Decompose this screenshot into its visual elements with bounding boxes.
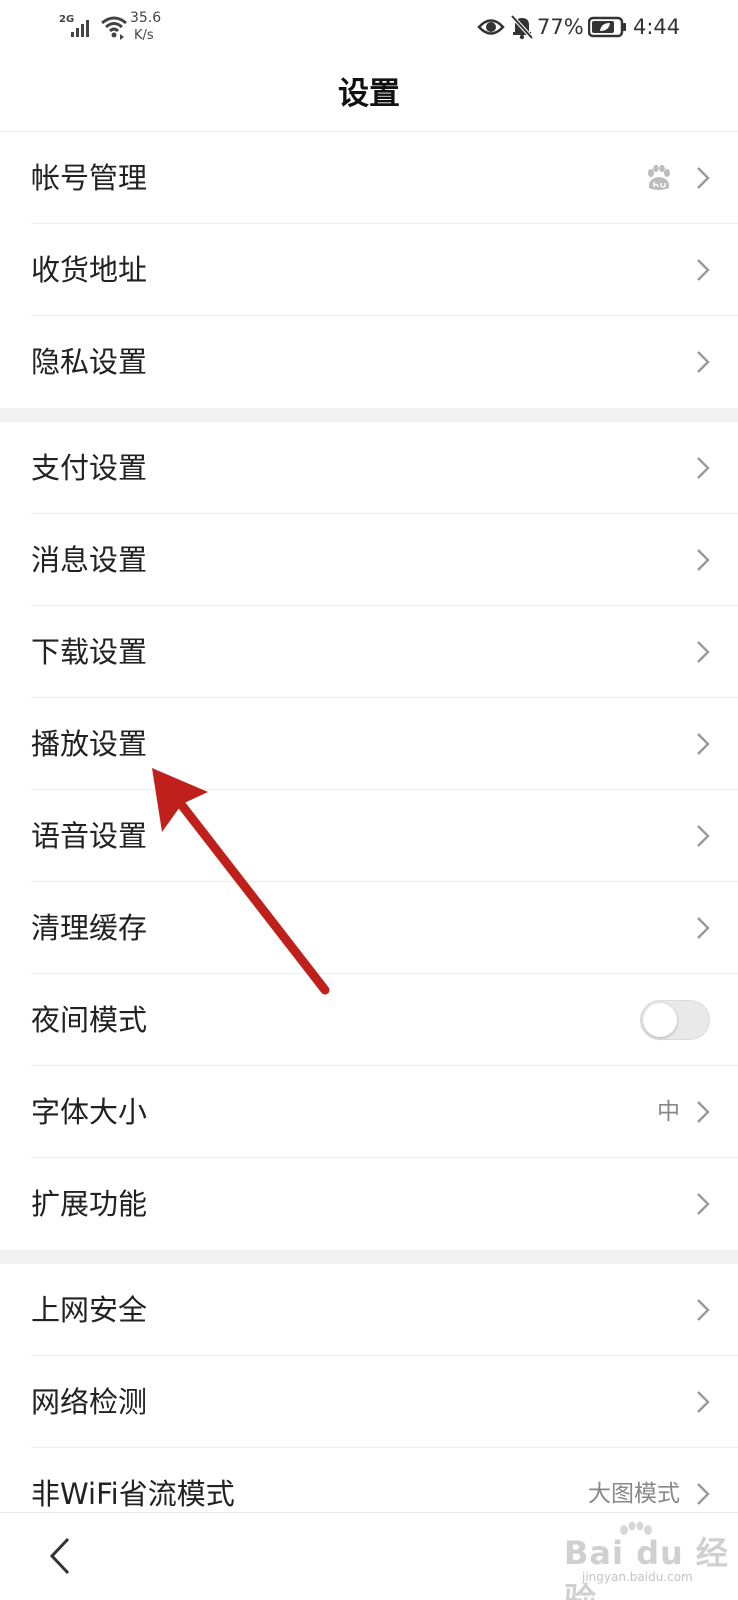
font-size-value: 中 [657,1099,680,1125]
settings-item-label: 语音设置 [31,819,148,853]
settings-item-label: 隐私设置 [31,345,148,379]
settings-item-night-mode: 夜间模式 [31,974,738,1066]
settings-item-label: 下载设置 [31,635,148,669]
group-divider [0,1250,738,1264]
watermark-text: Bai du 经验 [564,1534,729,1600]
settings-item-label: 字体大小 [31,1095,148,1129]
signal-strength-icon [71,20,89,37]
settings-item-browsing-security[interactable]: 上网安全 [31,1264,738,1356]
settings-group-account: 帐号管理 收货地址 隐私设置 [0,132,738,408]
chevron-right-icon [697,825,710,847]
watermark-subtext: jingyan.baidu.com [582,1570,693,1584]
night-mode-toggle[interactable] [640,1000,710,1040]
status-bar: 2G 35.6 K/s 77% 4:44 [0,0,738,56]
settings-item-payment[interactable]: 支付设置 [31,422,738,514]
settings-item-label: 夜间模式 [31,1003,148,1037]
page-title: 设置 [338,76,400,112]
group-divider [0,408,738,422]
toggle-knob [643,1003,677,1037]
chevron-right-icon [697,641,710,663]
clock-time: 4:44 [633,15,681,39]
settings-item-label: 播放设置 [31,727,148,761]
network-speed-value: 35.6 [130,10,162,26]
chevron-right-icon [697,167,710,189]
settings-item-voice[interactable]: 语音设置 [31,790,738,882]
settings-item-label: 支付设置 [31,451,148,485]
settings-item-label: 清理缓存 [31,911,148,945]
settings-item-label: 扩展功能 [31,1187,148,1221]
settings-item-label: 帐号管理 [31,161,148,195]
settings-item-label: 收货地址 [31,253,148,287]
settings-group-network: 上网安全 网络检测 非WiFi省流模式 大图模式 [0,1264,738,1540]
settings-group-general: 支付设置 消息设置 下载设置 播放设置 语音设置 清理缓存 夜间模式 字体大小 … [0,422,738,1250]
chevron-left-icon[interactable] [40,1531,80,1581]
settings-item-download[interactable]: 下载设置 [31,606,738,698]
settings-item-label: 消息设置 [31,543,148,577]
network-speed-unit: K/s [134,28,154,43]
settings-item-messages[interactable]: 消息设置 [31,514,738,606]
bell-muted-icon [510,14,534,40]
chevron-right-icon [697,917,710,939]
settings-list: 帐号管理 收货地址 隐私设置 支付设置 消息设置 下载设置 播放设置 语音设置 … [0,132,738,1540]
settings-item-clear-cache[interactable]: 清理缓存 [31,882,738,974]
chevron-right-icon [697,1193,710,1215]
settings-item-font-size[interactable]: 字体大小 中 [31,1066,738,1158]
chevron-right-icon [697,733,710,755]
battery-percent: 77% [537,15,584,39]
baidu-paw-icon [648,164,670,190]
battery-saver-icon [588,16,626,38]
settings-item-label: 上网安全 [31,1293,148,1327]
page-header: 设置 [0,56,738,132]
chevron-right-icon [697,549,710,571]
chevron-right-icon [697,259,710,281]
chevron-right-icon [697,1299,710,1321]
settings-item-privacy[interactable]: 隐私设置 [31,316,738,408]
chevron-right-icon [697,1391,710,1413]
settings-screen: 2G 35.6 K/s 77% 4:44 设置 帐号管理 收货地址 隐私设置 支… [0,0,738,1600]
settings-item-shipping-address[interactable]: 收货地址 [31,224,738,316]
settings-item-network-check[interactable]: 网络检测 [31,1356,738,1448]
settings-item-label: 网络检测 [31,1385,148,1419]
chevron-right-icon [697,1483,710,1505]
settings-item-extensions[interactable]: 扩展功能 [31,1158,738,1250]
wifi-icon [101,16,127,40]
eye-icon [477,19,505,35]
chevron-right-icon [697,351,710,373]
settings-item-account-management[interactable]: 帐号管理 [31,132,738,224]
chevron-right-icon [697,1101,710,1123]
settings-item-playback[interactable]: 播放设置 [31,698,738,790]
chevron-right-icon [697,457,710,479]
